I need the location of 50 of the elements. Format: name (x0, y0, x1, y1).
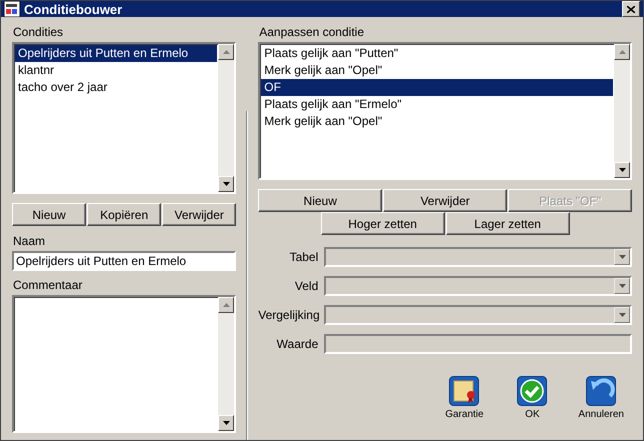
button-label: OK (525, 409, 540, 420)
scrollbar[interactable] (218, 297, 234, 431)
scroll-up-arrow-icon (222, 303, 230, 307)
button-label: Annuleren (578, 409, 624, 420)
scroll-up-arrow-icon (222, 50, 230, 54)
list-item[interactable]: Plaats gelijk aan "Putten" (261, 45, 613, 62)
list-item[interactable]: Merk gelijk aan "Opel" (261, 113, 613, 130)
scroll-down-arrow-icon (618, 313, 626, 317)
certificate-icon (449, 376, 480, 406)
comment-field[interactable] (12, 295, 236, 433)
icon-button[interactable]: Annuleren (578, 376, 624, 420)
list-item[interactable]: Merk gelijk aan "Opel" (261, 62, 613, 79)
field-label: Tabel (288, 250, 318, 264)
scrollbar[interactable] (218, 44, 234, 192)
list-item[interactable]: OF (261, 79, 613, 96)
button-label: Garantie (445, 409, 484, 420)
field-label: Waarde (276, 337, 318, 351)
action-button[interactable]: Kopiëren (87, 203, 162, 226)
move-button[interactable]: Hoger zetten (320, 212, 445, 235)
scroll-down-arrow-icon (222, 182, 230, 186)
list-box[interactable]: Opelrijders uit Putten en Ermelo klantnr tacho over 2 jaar (12, 42, 236, 194)
list-label: Condities (13, 25, 64, 39)
action-button[interactable]: Nieuw (12, 203, 86, 226)
scroll-down-arrow-icon (618, 168, 626, 172)
scroll-up-arrow-icon (618, 50, 626, 54)
icon-button[interactable]: Garantie (442, 376, 486, 420)
scroll-down-arrow-icon (618, 284, 626, 288)
action-button[interactable]: Verwijder (162, 203, 236, 226)
icon-button[interactable]: OK (510, 376, 554, 420)
action-button[interactable]: Nieuw (258, 189, 382, 212)
list-item[interactable]: tacho over 2 jaar (15, 79, 218, 96)
name-field[interactable]: Opelrijders uit Putten en Ermelo (12, 251, 236, 271)
close-button[interactable] (622, 1, 640, 17)
list-label: Aanpassen conditie (259, 25, 365, 39)
checkmark-icon (517, 376, 548, 406)
scroll-down-arrow-icon (222, 421, 230, 425)
window-title: Conditiebouwer (24, 2, 124, 16)
list-item[interactable]: klantnr (15, 62, 218, 79)
move-button[interactable]: Lager zetten (446, 212, 570, 235)
field-label: Veld (294, 279, 318, 293)
close-icon (627, 6, 635, 12)
field-label: Naam (13, 234, 46, 248)
field-label: Commentaar (13, 278, 84, 292)
list-item[interactable]: Opelrijders uit Putten en Ermelo (15, 45, 218, 62)
scroll-down-arrow-icon (618, 255, 626, 259)
scrollbar[interactable] (614, 44, 630, 178)
list-item[interactable]: Plaats gelijk aan "Ermelo" (261, 96, 613, 113)
list-box[interactable]: Plaats gelijk aan "Putten" Merk gelijk aan "Opel" OF Plaats gelijk aan "Ermelo" Merk gelijk aan "Opel" (258, 42, 632, 180)
action-button[interactable]: Verwijder (383, 189, 508, 212)
field-label: Vergelijking (258, 308, 318, 322)
